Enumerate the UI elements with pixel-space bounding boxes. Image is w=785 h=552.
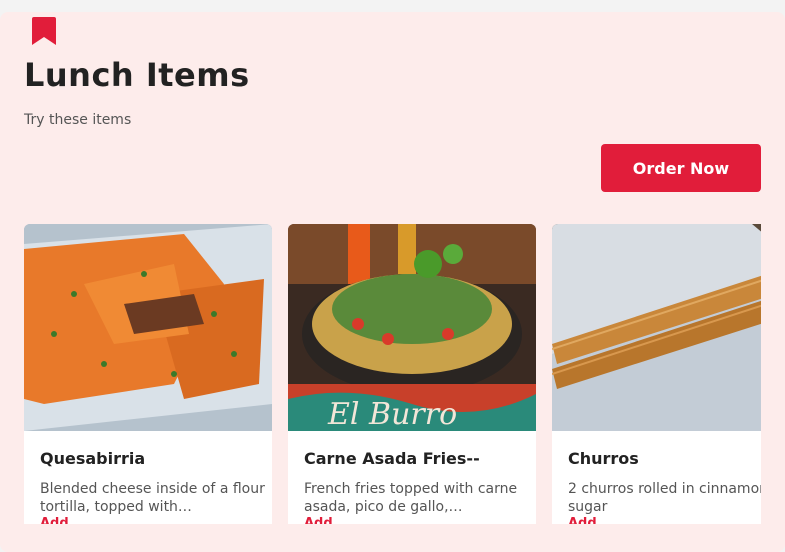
item-name: Quesabirria xyxy=(40,449,146,468)
bookmark-icon[interactable] xyxy=(32,17,56,45)
quesabirria-image xyxy=(24,224,272,431)
item-add-link[interactable]: Add xyxy=(568,516,597,524)
item-description: Blended cheese inside of a flour tortill… xyxy=(40,481,265,515)
carne-asada-fries-image: El Burro xyxy=(288,224,536,431)
item-add-link[interactable]: Add xyxy=(40,516,69,524)
page-subtitle: Try these items xyxy=(24,112,132,128)
item-card-quesabirria[interactable]: Quesabirria Blended cheese inside of a f… xyxy=(24,224,272,524)
item-description: French fries topped with carne asada, pi… xyxy=(304,481,518,515)
svg-text:El Burro: El Burro xyxy=(327,397,457,431)
item-card-carne-asada-fries[interactable]: El Burro Carne Asada Fries-- French frie… xyxy=(288,224,536,524)
churros-image xyxy=(552,224,761,431)
item-card-churros[interactable]: Churros 2 churros rolled in cinnamon and… xyxy=(552,224,761,524)
item-name: Churros xyxy=(568,449,639,468)
page-title: Lunch Items xyxy=(24,56,250,94)
item-description: 2 churros rolled in cinnamon and sugar xyxy=(568,481,761,515)
order-now-button[interactable]: Order Now xyxy=(601,144,761,192)
item-add-link[interactable]: Add xyxy=(304,516,333,524)
items-carousel[interactable]: Quesabirria Blended cheese inside of a f… xyxy=(24,224,761,524)
item-name: Carne Asada Fries-- xyxy=(304,449,480,468)
